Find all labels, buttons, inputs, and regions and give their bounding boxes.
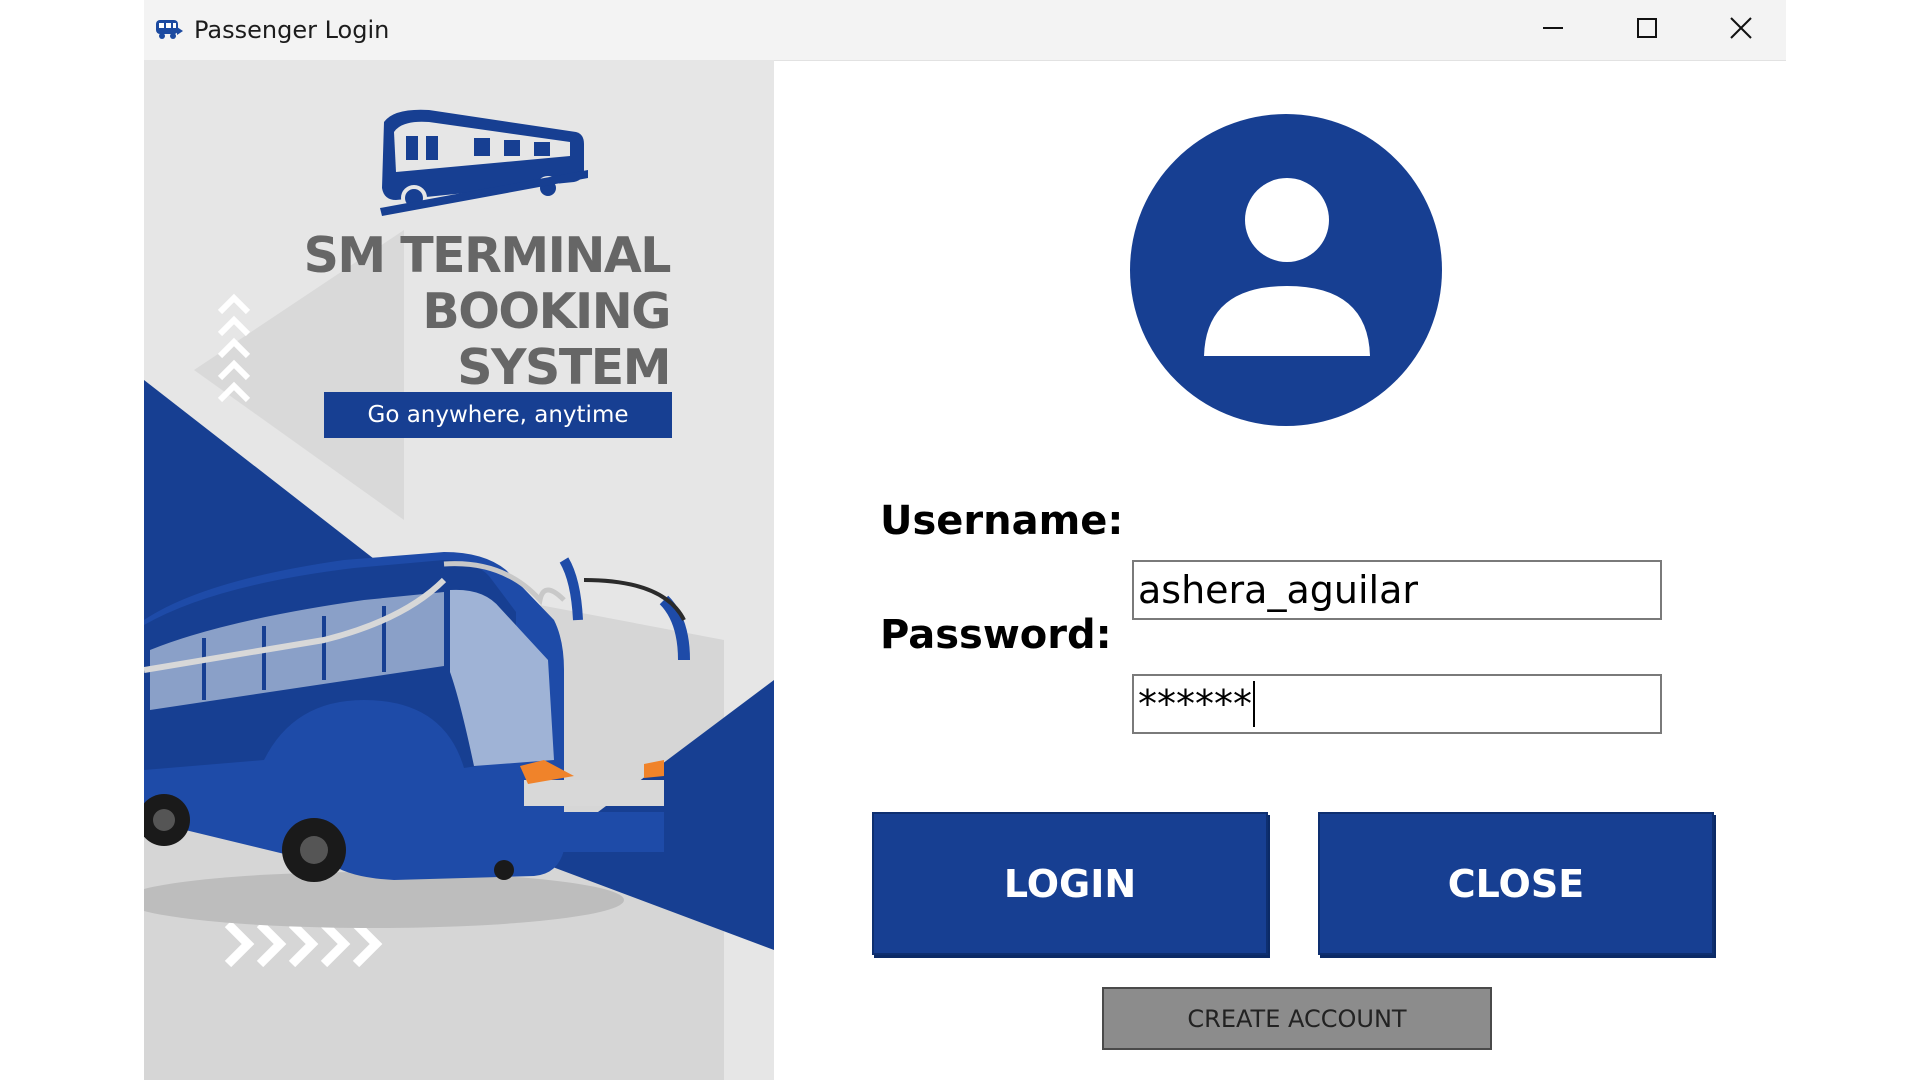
password-value: ****** bbox=[1138, 682, 1252, 726]
close-window-button[interactable] bbox=[1696, 0, 1786, 56]
minimize-button[interactable] bbox=[1508, 0, 1598, 56]
username-value: ashera_aguilar bbox=[1138, 568, 1418, 612]
username-field[interactable]: ashera_aguilar bbox=[1132, 560, 1662, 620]
branding-panel: SM TERMINAL BOOKING SYSTEM Go anywhere, … bbox=[144, 60, 774, 1080]
tagline-banner: Go anywhere, anytime bbox=[324, 392, 672, 438]
password-field[interactable]: ****** bbox=[1132, 674, 1662, 734]
user-avatar-icon bbox=[1130, 114, 1442, 426]
close-icon bbox=[1730, 17, 1752, 39]
minimize-icon bbox=[1543, 27, 1563, 29]
maximize-icon bbox=[1637, 18, 1657, 38]
create-account-button[interactable]: CREATE ACCOUNT bbox=[1102, 987, 1492, 1050]
login-button[interactable]: LOGIN bbox=[872, 812, 1268, 955]
username-label: Username: bbox=[880, 498, 1124, 544]
window-title: Passenger Login bbox=[194, 16, 390, 44]
password-label: Password: bbox=[880, 612, 1112, 658]
branding-artwork bbox=[144, 60, 774, 1080]
app-bus-icon bbox=[156, 20, 183, 39]
text-caret bbox=[1253, 681, 1255, 727]
title-bar: Passenger Login bbox=[144, 0, 1786, 61]
maximize-button[interactable] bbox=[1602, 0, 1692, 56]
login-window: Passenger Login SM TERMINAL BOOKING SYST… bbox=[144, 0, 1786, 1080]
system-title: SM TERMINAL BOOKING SYSTEM bbox=[303, 227, 672, 396]
close-button[interactable]: CLOSE bbox=[1318, 812, 1714, 955]
